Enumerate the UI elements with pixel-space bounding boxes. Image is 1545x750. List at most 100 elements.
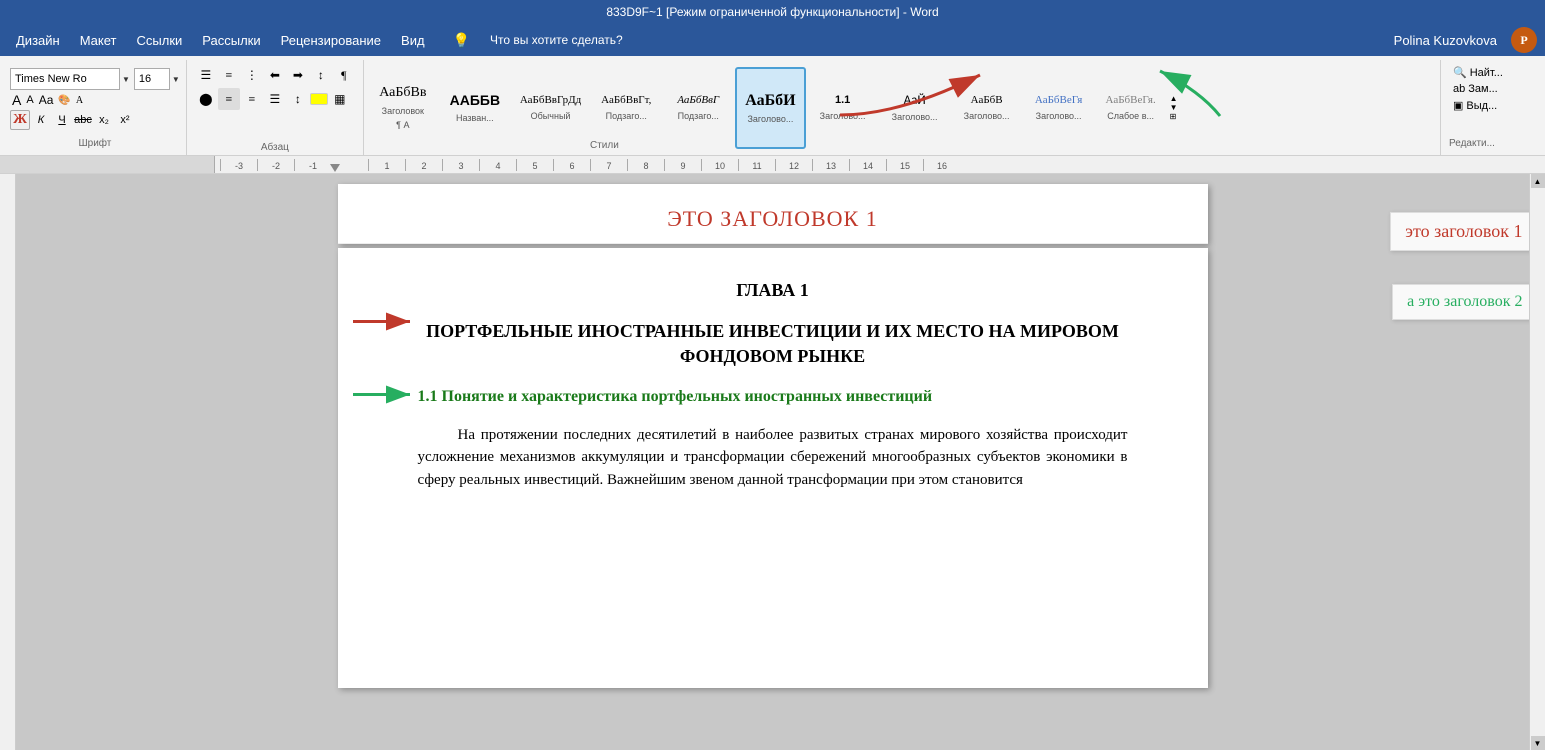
style-name-4: Подзаго... [678,111,719,121]
bold-btn[interactable]: Ж [10,110,30,130]
sort-btn[interactable]: ↕ [310,64,332,86]
italic-btn[interactable]: К [31,110,51,130]
editing-section-label: Редакти... [1449,138,1495,151]
align-center-btn[interactable]: ≡ [218,88,240,110]
page2[interactable]: ГЛАВА 1 ПОРТФЕЛЬНЫЕ ИНОСТРАННЫЕ ИНВЕСТИЦ… [338,248,1208,688]
styles-items: АаБбВв Заголовок ¶ А ААББВ Назван... АаБ… [368,67,1166,149]
style-name-9: Заголово... [1036,111,1082,121]
main-area: ЭТО ЗАГОЛОВОК 1 это заголовок 1 а это за… [0,174,1545,750]
style-item-5[interactable]: АаБбИ Заголово... [735,67,805,149]
page1-wrapper: ЭТО ЗАГОЛОВОК 1 это заголовок 1 а это за… [338,184,1208,244]
bullet-list-btn[interactable]: ☰ [195,64,217,86]
style-item-0[interactable]: АаБбВв Заголовок ¶ А [368,67,438,149]
paragraph-section-label: Абзац [195,142,355,155]
help-label[interactable]: Что вы хотите сделать? [482,29,631,51]
document-area[interactable]: ЭТО ЗАГОЛОВОК 1 это заголовок 1 а это за… [16,174,1529,750]
heading1-text: ЭТО ЗАГОЛОВОК 1 [667,206,877,232]
menu-view[interactable]: Вид [393,29,433,52]
scroll-up-btn[interactable]: ▲ [1531,174,1545,188]
strikethrough-btn[interactable]: abc [73,110,93,130]
case-btn[interactable]: Aa [37,93,56,107]
list-icons-row: ☰ ≡ ⋮ ⬅ ➡ ↕ ¶ [195,64,355,86]
style-item-1[interactable]: ААББВ Назван... [440,67,510,149]
font-grow-shrink: A A Aa 🎨 A [10,92,180,108]
ribbon-red-arrow [820,60,1000,125]
style-name-1: Назван... [456,113,494,123]
font-shrink-btn[interactable]: A [24,94,35,106]
border-btn[interactable]: ▦ [329,88,351,110]
chapter-subtitle: ПОРТФЕЛЬНЫЕ ИНОСТРАННЫЕ ИНВЕСТИЦИИ И ИХ … [418,319,1128,369]
doc-green-arrow [348,379,418,414]
font-grow-btn[interactable]: A [10,92,23,108]
page1: ЭТО ЗАГОЛОВОК 1 [338,184,1208,244]
section-heading: 1.1 Понятие и характеристика портфельных… [418,386,1128,408]
find-btn[interactable]: 🔍 Найт... [1449,64,1507,81]
subscript-btn[interactable]: x₂ [94,110,114,130]
page2-wrapper: ГЛАВА 1 ПОРТФЕЛЬНЫЕ ИНОСТРАННЫЕ ИНВЕСТИЦ… [338,248,1208,688]
font-name-row: ▼ ▼ [10,68,180,90]
replace-btn[interactable]: ab Зам... [1449,81,1502,97]
style-preview-0: АаБбВв [379,85,426,102]
show-marks-btn[interactable]: ¶ [333,64,355,86]
help-icon: 💡 [445,28,478,53]
font-name-input[interactable] [10,68,120,90]
menu-layout[interactable]: Макет [72,29,125,52]
dropdown-icon[interactable]: ▼ [122,75,130,84]
style-item-9[interactable]: АаБбВеГя Заголово... [1024,67,1094,149]
replace-label: Зам... [1468,83,1498,95]
style-item-2[interactable]: АаБбВвГрДд Обычный [512,67,589,149]
style-preview-9: АаБбВеГя [1035,94,1082,107]
select-btn[interactable]: ▣ Выд... [1449,97,1501,114]
shading-btn[interactable] [310,93,328,105]
callout-heading2-text: а это заголовок 2 [1407,293,1522,310]
style-preview-1: ААББВ [450,92,500,109]
increase-indent-btn[interactable]: ➡ [287,64,309,86]
style-preview-5: АаБбИ [745,91,795,110]
underline-btn[interactable]: Ч [52,110,72,130]
right-scrollbar[interactable]: ▲ ▼ [1529,174,1545,750]
style-name-0: Заголовок [382,106,424,116]
ribbon-green-arrow [1140,61,1240,126]
paragraph-section: ☰ ≡ ⋮ ⬅ ➡ ↕ ¶ ⬤ ≡ ≡ ☰ ↕ ▦ Абзац [187,60,364,155]
menu-design[interactable]: Дизайн [8,29,68,52]
doc-red-arrow [348,306,418,341]
highlight-btn[interactable]: 🎨 [56,95,72,106]
ruler: -3 -2 -1 1 2 3 4 5 6 7 8 9 10 11 12 13 1… [0,156,1545,174]
font-size-input[interactable] [134,68,170,90]
menu-references[interactable]: Ссылки [129,29,191,52]
style-preview-4: АаБбВвГ [677,94,719,107]
search-icon: 🔍 [1453,66,1467,79]
editing-section: 🔍 Найт... ab Зам... ▣ Выд... Редакти... [1441,60,1541,155]
find-label: Найт... [1470,67,1503,79]
align-justify-btn[interactable]: ☰ [264,88,286,110]
ribbon: ▼ ▼ A A Aa 🎨 A Ж К Ч abc x₂ x² Шрифт ☰ ≡… [0,56,1545,156]
multilevel-list-btn[interactable]: ⋮ [241,64,263,86]
scroll-down-btn[interactable]: ▼ [1531,736,1545,750]
menu-mailings[interactable]: Рассылки [194,29,268,52]
formatting-row: Ж К Ч abc x₂ x² [10,110,180,130]
font-section: ▼ ▼ A A Aa 🎨 A Ж К Ч abc x₂ x² Шрифт [4,60,187,155]
align-right-btn[interactable]: ≡ [241,88,263,110]
select-icon: ▣ [1453,99,1463,112]
decrease-indent-btn[interactable]: ⬅ [264,64,286,86]
body-paragraph: На протяжении последних десятилетий в на… [418,424,1128,492]
align-left-btn[interactable]: ⬤ [195,88,217,110]
style-preview-2: АаБбВвГрДд [520,94,581,107]
select-label: Выд... [1466,100,1497,112]
text-color-btn[interactable]: A [74,95,85,106]
left-margin [0,174,16,750]
style-name-5: Заголово... [747,114,793,124]
numbered-list-btn[interactable]: ≡ [218,64,240,86]
section-section: 1.1 Понятие и характеристика портфельных… [418,386,1128,408]
menu-review[interactable]: Рецензирование [273,29,389,52]
align-icons-row: ⬤ ≡ ≡ ☰ ↕ ▦ [195,88,355,110]
style-item-3[interactable]: АаБбВвГт, Подзаго... [591,67,661,149]
line-spacing-btn[interactable]: ↕ [287,88,309,110]
superscript-btn[interactable]: x² [115,110,135,130]
style-preview-3: АаБбВвГт, [601,94,651,107]
replace-icon: ab [1453,83,1465,95]
style-item-4[interactable]: АаБбВвГ Подзаго... [663,67,733,149]
font-size-dropdown[interactable]: ▼ [172,75,180,84]
callout-heading1: это заголовок 1 [1390,212,1529,251]
menu-bar: Дизайн Макет Ссылки Рассылки Рецензирова… [0,24,1545,56]
